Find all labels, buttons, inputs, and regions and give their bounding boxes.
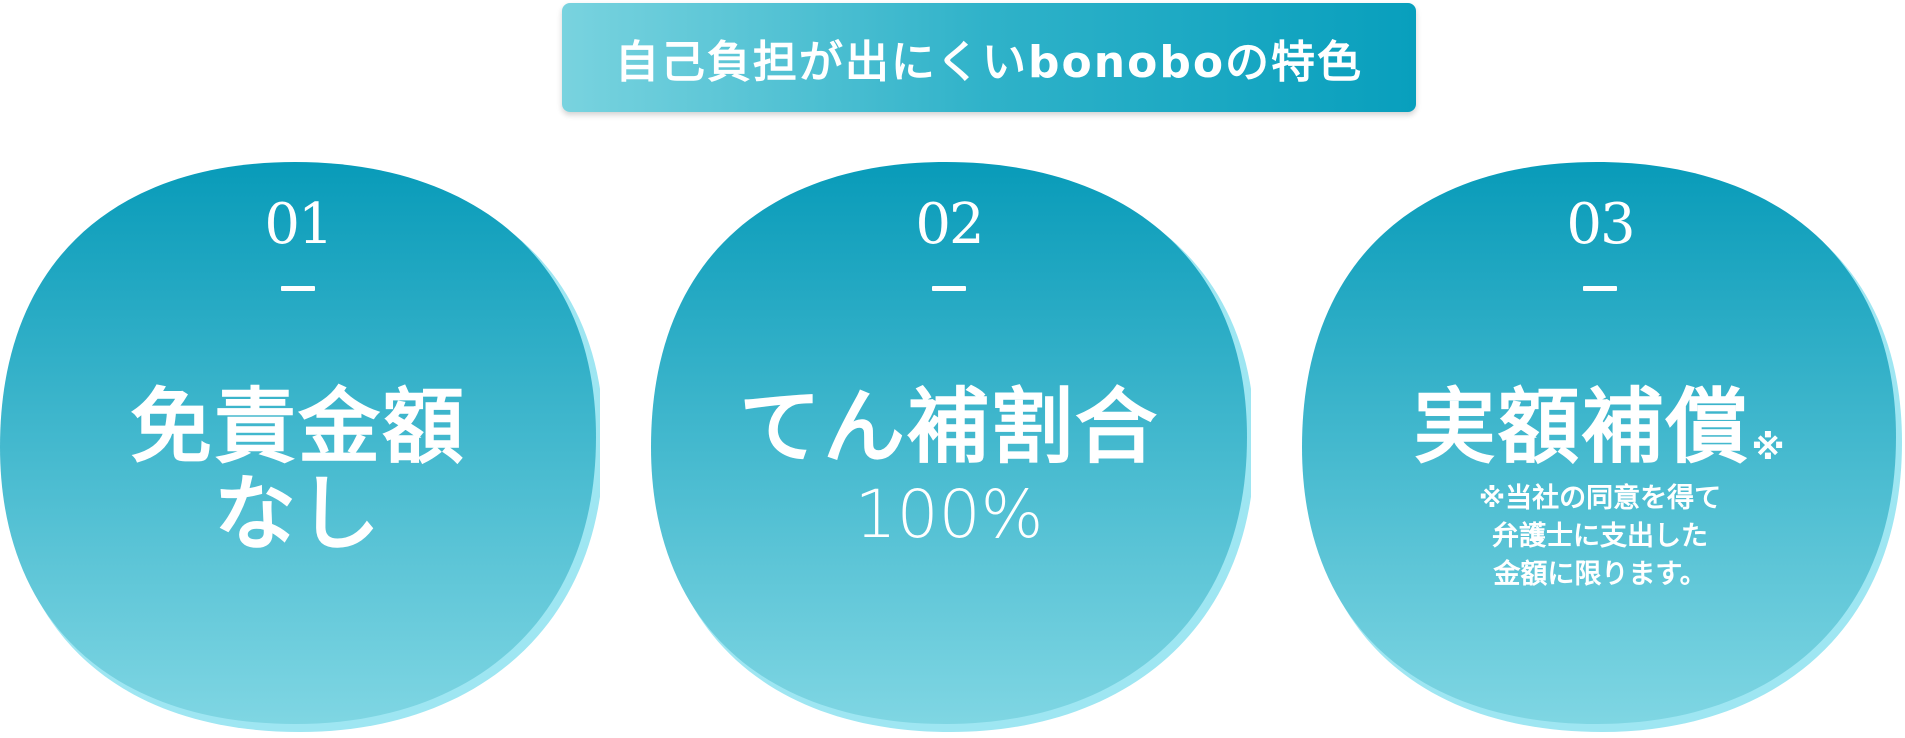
features-heading-banner: 自己負担が出にくいbonoboの特色 — [562, 3, 1416, 112]
feature-title-line1: 免責金額 — [129, 380, 466, 475]
note-mark: ※ — [1751, 428, 1787, 468]
feature-title-wrap: 実額補償※ — [1302, 382, 1898, 494]
number-divider — [932, 286, 966, 291]
feature-title: 実額補償 — [1413, 380, 1750, 475]
feature-number: 02 — [915, 192, 984, 257]
feature-card-01: 01 免責金額 なし — [0, 162, 600, 738]
features-heading-title: 自己負担が出にくいbonoboの特色 — [614, 36, 1364, 88]
feature-title-line2: なし — [213, 467, 382, 562]
feature-note-line1: ※当社の同意を得て — [1478, 483, 1722, 514]
feature-note-line2: 弁護士に支出した — [1492, 521, 1708, 552]
number-divider — [281, 286, 315, 291]
number-divider — [1583, 286, 1617, 291]
feature-note-line3: 金額に限ります。 — [1493, 559, 1707, 590]
feature-number: 03 — [1566, 192, 1635, 257]
feature-card-02: 02 てん補割合 100% — [651, 162, 1251, 738]
feature-subtitle: 100% — [854, 476, 1044, 553]
feature-number: 01 — [264, 192, 333, 257]
feature-title: てん補割合 — [738, 380, 1159, 475]
feature-card-03: 03 実額補償※ ※当社の同意を得て 弁護士に支出した 金額に限ります。 — [1302, 162, 1902, 738]
